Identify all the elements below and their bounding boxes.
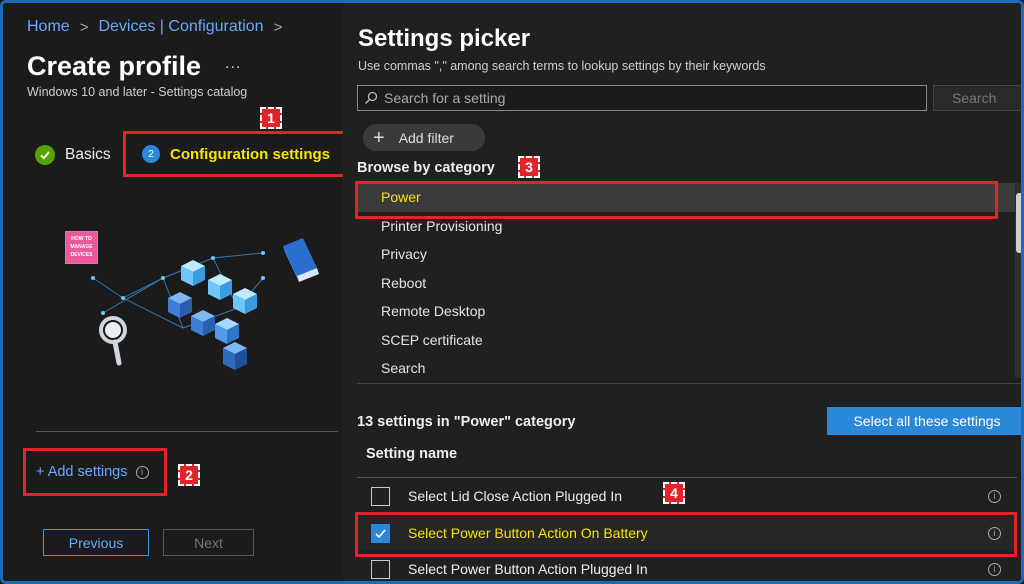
settings-count-label: 13 settings in "Power" category xyxy=(357,414,576,430)
page-subtitle: Windows 10 and later - Settings catalog xyxy=(27,85,248,99)
chevron-right-icon: > xyxy=(273,18,283,36)
category-scroll-thumb[interactable] xyxy=(1016,193,1021,253)
setting-name-column-header: Setting name xyxy=(366,446,458,462)
setting-row[interactable]: Select Lid Close Action Plugged In i xyxy=(357,478,1017,514)
select-all-settings-button[interactable]: Select all these settings xyxy=(827,407,1021,435)
next-button[interactable]: Next xyxy=(163,529,254,556)
page-title: Create profile xyxy=(27,51,202,81)
plus-icon: + xyxy=(373,126,385,149)
breadcrumb: Home > Devices | Configuration > xyxy=(27,18,282,36)
chevron-right-icon: > xyxy=(79,18,89,36)
setting-checkbox[interactable] xyxy=(371,559,390,579)
info-icon[interactable]: i xyxy=(988,562,1001,576)
wizard-steps: Basics 2 Configuration settings xyxy=(35,131,347,177)
step-basics[interactable]: Basics xyxy=(35,145,111,165)
network-cubes-illustration xyxy=(91,238,319,370)
window-frame: Home > Devices | Configuration > Create … xyxy=(0,0,1024,584)
callout-highlight-power xyxy=(355,181,998,219)
search-button[interactable]: Search xyxy=(933,85,1021,111)
add-filter-button[interactable]: + Add filter xyxy=(363,124,485,151)
step-config-label: Configuration settings xyxy=(170,145,330,163)
search-input[interactable]: Search for a setting xyxy=(357,85,927,111)
step-configuration-settings[interactable]: 2 Configuration settings xyxy=(123,131,347,177)
info-icon[interactable]: i xyxy=(135,465,149,479)
category-item-scep-certificate[interactable]: SCEP certificate xyxy=(357,326,1017,355)
left-panel: Home > Devices | Configuration > Create … xyxy=(3,3,347,581)
previous-button[interactable]: Previous xyxy=(43,529,149,556)
browse-by-category-label: Browse by category xyxy=(357,160,495,176)
check-circle-icon xyxy=(35,145,55,165)
callout-badge-4: 4 xyxy=(663,482,685,504)
step-basics-label: Basics xyxy=(65,146,111,163)
divider xyxy=(357,383,1021,384)
callout-badge-1: 1 xyxy=(260,107,282,129)
add-settings-label: + Add settings xyxy=(36,464,128,480)
callout-badge-2: 2 xyxy=(178,464,200,486)
search-icon xyxy=(365,91,378,104)
add-filter-label: Add filter xyxy=(398,129,454,146)
setting-name: Select Power Button Action Plugged In xyxy=(408,561,648,577)
setting-checkbox[interactable] xyxy=(371,486,390,506)
category-item-reboot[interactable]: Reboot xyxy=(357,269,1017,298)
settings-picker-hint: Use commas "," among search terms to loo… xyxy=(358,59,766,73)
search-placeholder: Search for a setting xyxy=(384,90,506,106)
info-icon[interactable]: i xyxy=(988,489,1001,503)
category-item-remote-desktop[interactable]: Remote Desktop xyxy=(357,297,1017,326)
breadcrumb-home[interactable]: Home xyxy=(27,18,70,36)
category-item-search[interactable]: Search xyxy=(357,354,1017,383)
category-item-privacy[interactable]: Privacy xyxy=(357,240,1017,269)
divider xyxy=(36,431,338,432)
step-number-icon: 2 xyxy=(142,145,160,163)
setting-row[interactable]: Select Power Button Action Plugged In i xyxy=(357,551,1017,581)
add-settings-link[interactable]: + Add settings i xyxy=(23,448,167,496)
callout-badge-3: 3 xyxy=(518,156,540,178)
more-options-button[interactable]: ... xyxy=(225,55,241,73)
setting-name: Select Lid Close Action Plugged In xyxy=(408,488,623,504)
settings-picker-title: Settings picker xyxy=(358,25,531,52)
breadcrumb-devices-configuration[interactable]: Devices | Configuration xyxy=(98,18,263,36)
